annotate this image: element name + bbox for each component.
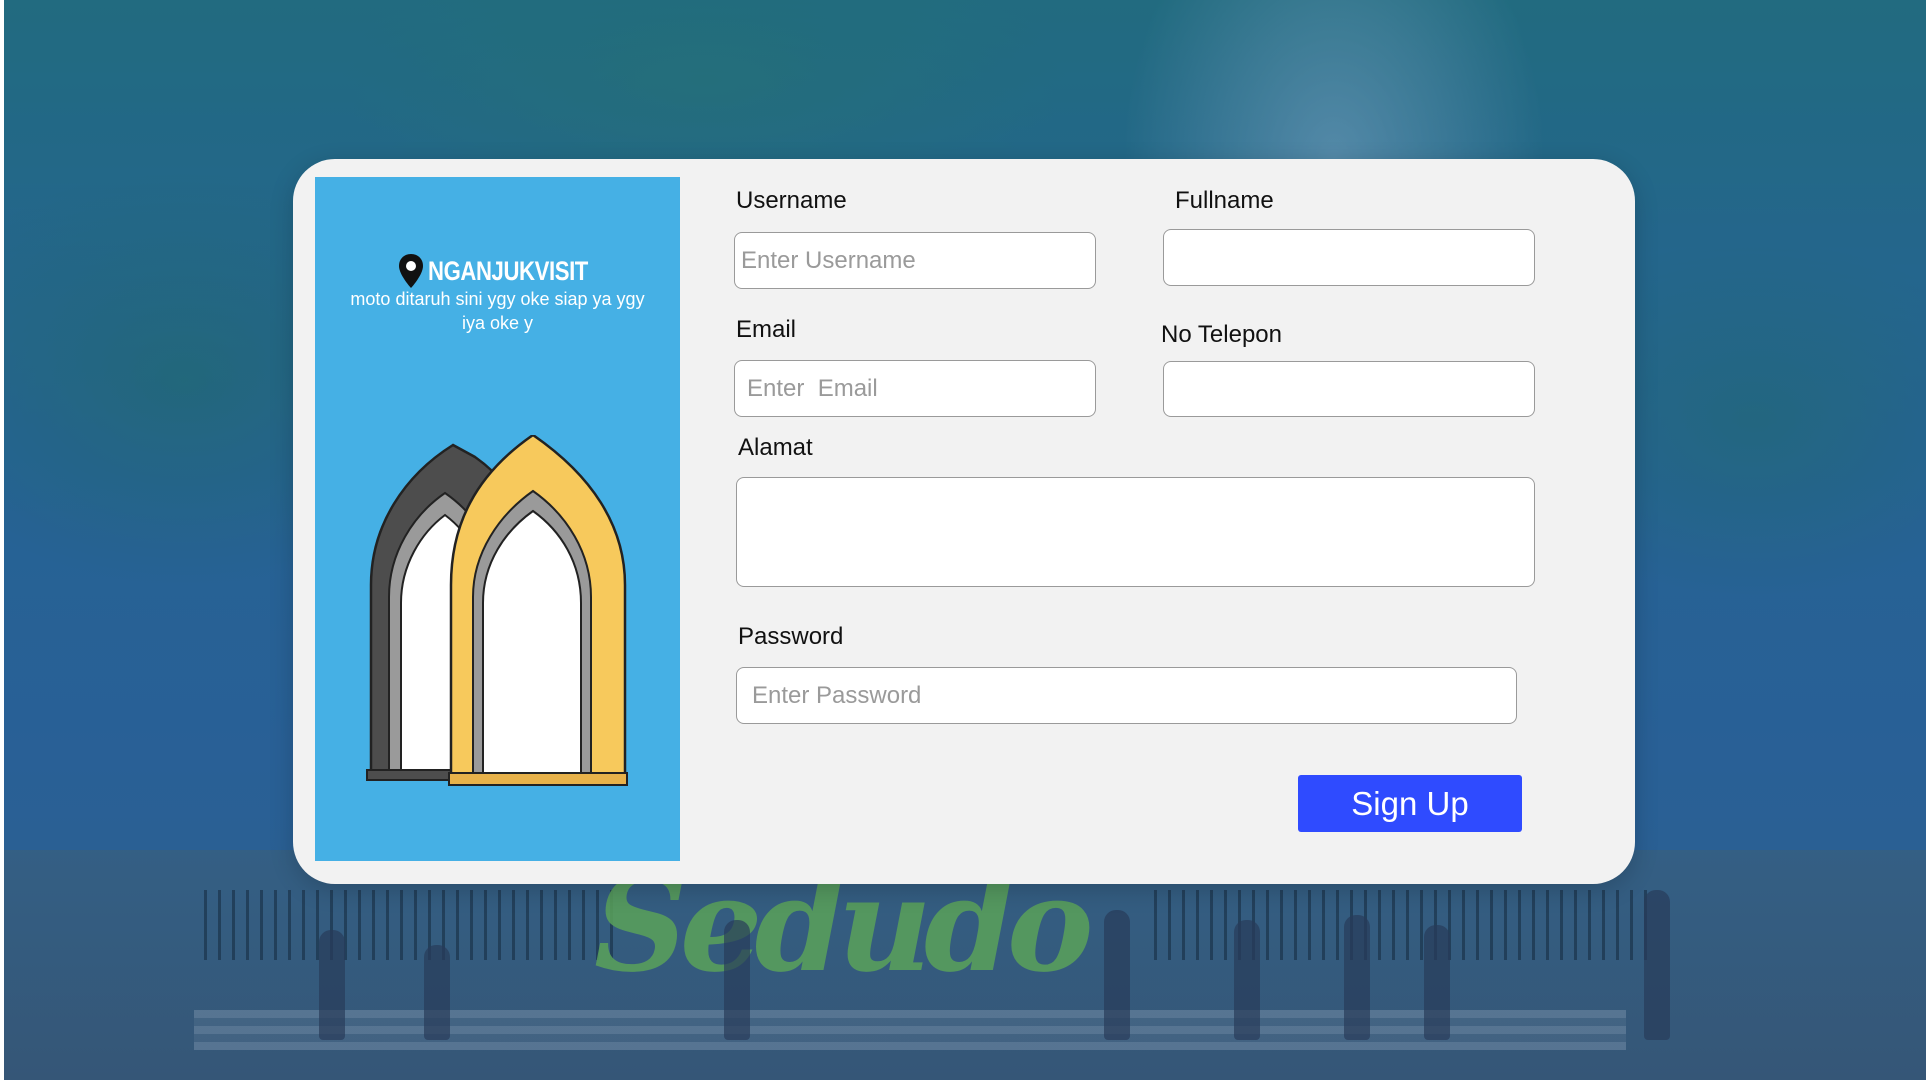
address-input[interactable] [736, 477, 1535, 587]
background-person [724, 920, 750, 1040]
phone-label: No Telepon [1161, 321, 1282, 348]
email-label: Email [736, 316, 797, 343]
background-person [1104, 910, 1130, 1040]
background-person [1234, 920, 1260, 1040]
brand-panel: NGANJUKVISIT moto ditaruh sini ygy oke s… [315, 177, 680, 861]
address-label: Alamat [738, 434, 813, 461]
phone-input[interactable] [1163, 361, 1535, 417]
background-person [1644, 890, 1670, 1040]
background-person [1344, 915, 1370, 1040]
sign-up-button[interactable]: Sign Up [1298, 775, 1522, 832]
brand-name: NGANJUKVISIT [427, 255, 588, 286]
background-railing [204, 890, 624, 960]
fullname-input[interactable] [1163, 229, 1535, 286]
brand-motto: moto ditaruh sini ygy oke siap ya ygy iy… [350, 289, 645, 333]
username-input[interactable] [734, 232, 1096, 289]
username-label: Username [736, 187, 847, 214]
email-input[interactable] [734, 360, 1096, 417]
password-input[interactable] [736, 667, 1517, 724]
background-person [319, 930, 345, 1040]
fullname-label: Fullname [1175, 187, 1274, 214]
background-steps [194, 1010, 1626, 1050]
password-label: Password [738, 623, 844, 650]
gate-arches-illustration [366, 435, 628, 786]
map-pin-icon [398, 254, 423, 288]
background-person [424, 945, 450, 1040]
background-person [1424, 925, 1450, 1040]
brand-logo: NGANJUKVISIT [315, 253, 680, 289]
background-railing [1154, 890, 1654, 960]
signup-card: NGANJUKVISIT moto ditaruh sini ygy oke s… [293, 159, 1635, 884]
